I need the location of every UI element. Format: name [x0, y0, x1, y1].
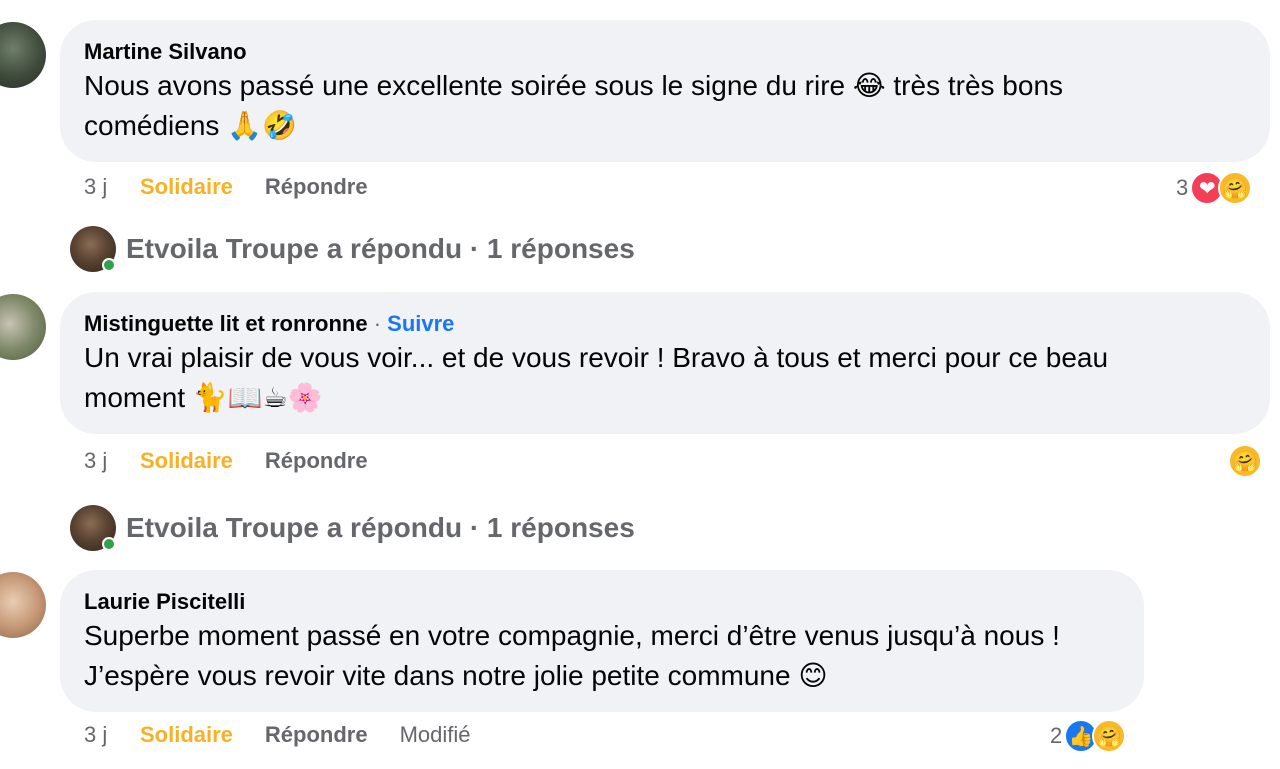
comment-bubble-laurie: Laurie Piscitelli Superbe moment passé e…	[60, 570, 1144, 712]
replies-label: Etvoila Troupe a répondu · 1 réponses	[126, 233, 635, 264]
view-replies-link[interactable]: Etvoila Troupe a répondu · 1 réponses	[70, 226, 635, 272]
follow-button[interactable]: Suivre	[387, 311, 454, 336]
separator-dot: ·	[373, 311, 382, 336]
comment-text-line: Superbe moment passé en votre compagnie,…	[84, 620, 1060, 651]
avatar-laurie-piscitelli[interactable]	[0, 572, 46, 638]
comment-age[interactable]: 3 j	[84, 448, 140, 474]
comment-age[interactable]: 3 j	[84, 722, 140, 748]
online-status-icon	[102, 258, 116, 272]
avatar-etvoila-troupe	[70, 505, 116, 551]
comment-actions: 3 j Solidaire Répondre Modifié	[84, 720, 471, 750]
online-status-icon	[102, 537, 116, 551]
care-icon: 🤗	[1092, 719, 1127, 753]
avatar-martine-silvano[interactable]	[0, 22, 46, 88]
solidaire-button[interactable]: Solidaire	[140, 174, 233, 200]
care-icon: 🤗	[1218, 171, 1253, 205]
solidaire-button[interactable]: Solidaire	[140, 722, 233, 748]
reply-button[interactable]: Répondre	[265, 722, 368, 748]
comment-text-line: comédiens 🙏🤣	[84, 110, 297, 141]
reaction-summary[interactable]: 🤗	[1228, 443, 1262, 479]
comment-author-row: Mistinguette lit et ronronne · Suivre	[84, 310, 1246, 338]
reply-button[interactable]: Répondre	[265, 448, 368, 474]
comment-text-line: J’espère vous revoir vite dans notre jol…	[84, 660, 828, 691]
avatar-mistinguette[interactable]	[0, 294, 46, 360]
care-icon: 🤗	[1228, 444, 1262, 478]
replies-label: Etvoila Troupe a répondu · 1 réponses	[126, 512, 635, 543]
comment-text-line: Nous avons passé une excellente soirée s…	[84, 70, 1064, 101]
comment-author[interactable]: Mistinguette lit et ronronne	[84, 311, 368, 336]
view-replies-link[interactable]: Etvoila Troupe a répondu · 1 réponses	[70, 505, 635, 551]
comment-author[interactable]: Laurie Piscitelli	[84, 588, 1120, 616]
comment-age[interactable]: 3 j	[84, 174, 140, 200]
comment-bubble-mistinguette: Mistinguette lit et ronronne · Suivre Un…	[60, 292, 1270, 434]
comment-bubble-martine: Martine Silvano Nous avons passé une exc…	[60, 20, 1270, 162]
edited-label: Modifié	[399, 722, 471, 747]
avatar-etvoila-troupe	[70, 226, 116, 272]
reaction-count: 2	[1050, 723, 1063, 748]
comment-actions: 3 j Solidaire Répondre	[84, 172, 400, 202]
comment-text-line: moment 🐈📖☕🌸	[84, 382, 323, 413]
reply-button[interactable]: Répondre	[265, 174, 368, 200]
comment-actions: 3 j Solidaire Répondre	[84, 446, 400, 476]
reaction-count: 3	[1176, 175, 1189, 200]
comment-text-line: Un vrai plaisir de vous voir... et de vo…	[84, 342, 1109, 373]
solidaire-button[interactable]: Solidaire	[140, 448, 233, 474]
reaction-summary[interactable]: 3 ❤ 🤗	[1176, 170, 1253, 206]
reaction-summary[interactable]: 2 👍 🤗	[1050, 718, 1127, 754]
comment-author[interactable]: Martine Silvano	[84, 38, 1246, 66]
